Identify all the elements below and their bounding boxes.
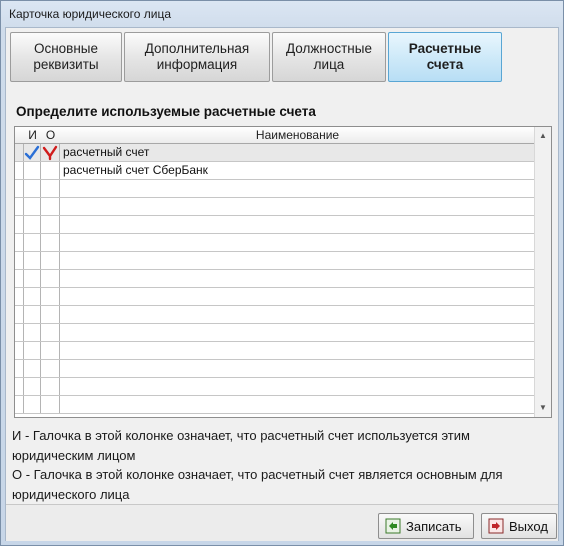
table-row[interactable]	[15, 252, 535, 270]
table-row[interactable]: расчетный счет СберБанк	[15, 162, 535, 180]
tab-basic-details[interactable]: Основные реквизиты	[10, 32, 122, 82]
exit-icon	[488, 518, 504, 534]
save-button[interactable]: Записать	[378, 513, 474, 539]
empty-rows	[15, 180, 535, 414]
vertical-scrollbar[interactable]: ▲ ▼	[534, 127, 551, 417]
table-row[interactable]	[15, 396, 535, 414]
tab-officials[interactable]: Должностные лица	[272, 32, 386, 82]
exit-label: Выход	[509, 518, 548, 534]
header-used: И	[28, 128, 37, 142]
window-title: Карточка юридического лица	[9, 7, 172, 21]
grid-header: И О Наименование	[15, 127, 535, 144]
legend-used: И - Галочка в этой колонке означает, что…	[12, 428, 470, 463]
table-row[interactable]	[15, 360, 535, 378]
table-row[interactable]	[15, 288, 535, 306]
dialog-body: Основные реквизиты Дополнительная информ…	[5, 27, 559, 541]
table-row[interactable]	[15, 324, 535, 342]
used-checkbox[interactable]	[24, 144, 41, 161]
arrow-down-icon[interactable]: ▼	[535, 401, 551, 415]
table-row[interactable]	[15, 180, 535, 198]
checkmark-icon	[42, 145, 58, 161]
accounts-grid: И О Наименование расчетный счет расчетны…	[14, 126, 552, 418]
tab-bank-accounts[interactable]: Расчетные счета	[388, 32, 502, 82]
table-row[interactable]	[15, 378, 535, 396]
save-icon	[385, 518, 401, 534]
table-row[interactable]	[15, 342, 535, 360]
exit-button[interactable]: Выход	[481, 513, 557, 539]
header-main: О	[45, 128, 56, 142]
dialog-window: Карточка юридического лица Основные рекв…	[0, 0, 564, 546]
header-name: Наименование	[255, 128, 340, 142]
arrow-up-icon[interactable]: ▲	[535, 129, 551, 143]
used-checkbox[interactable]	[24, 162, 41, 179]
account-name: расчетный счет СберБанк	[63, 163, 208, 177]
table-row[interactable]	[15, 270, 535, 288]
table-row[interactable]	[15, 198, 535, 216]
table-row[interactable]	[15, 216, 535, 234]
grid-rows: расчетный счет расчетный счет СберБанк	[15, 144, 535, 417]
table-row[interactable]	[15, 234, 535, 252]
button-bar: Записать Выход	[6, 504, 558, 541]
main-checkbox[interactable]	[41, 162, 60, 179]
legend-main: О - Галочка в этой колонке означает, что…	[12, 467, 503, 502]
account-name: расчетный счет	[63, 145, 150, 159]
tab-additional-info[interactable]: Дополнительная информация	[124, 32, 270, 82]
main-checkbox[interactable]	[41, 144, 60, 161]
section-title: Определите используемые расчетные счета	[16, 104, 316, 119]
checkmark-icon	[24, 145, 40, 160]
table-row[interactable]: расчетный счет	[15, 144, 535, 162]
table-row[interactable]	[15, 306, 535, 324]
save-label: Записать	[406, 518, 462, 534]
